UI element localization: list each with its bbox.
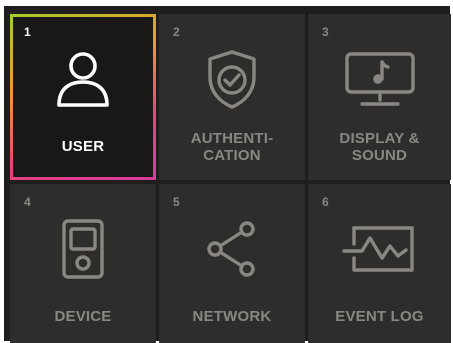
tile-label: USER xyxy=(10,138,156,155)
monitor-music-icon xyxy=(308,50,451,108)
menu-tile-user[interactable]: 1 USER xyxy=(10,14,156,180)
share-network-icon xyxy=(159,220,305,278)
tile-label: EVENT LOG xyxy=(308,308,451,325)
shield-check-icon xyxy=(159,50,305,109)
device-icon xyxy=(10,219,156,279)
tile-number: 1 xyxy=(24,25,31,39)
tile-label-line: AUTHENTI- xyxy=(190,130,274,147)
tile-number: 6 xyxy=(322,195,329,209)
user-icon xyxy=(10,50,156,108)
tile-label-line: EVENT LOG xyxy=(335,308,424,325)
menu-tile-device[interactable]: 4 DEVICE xyxy=(10,184,156,343)
tile-label: DISPLAY & SOUND xyxy=(308,130,451,164)
menu-tile-authentication[interactable]: 2 AUTHENTI- CATION xyxy=(159,14,305,180)
tile-label-line: NETWORK xyxy=(192,308,272,325)
menu-tile-event-log[interactable]: 6 EVENT LOG xyxy=(308,184,451,343)
tile-label: NETWORK xyxy=(159,308,305,325)
tile-label-line: CATION xyxy=(203,147,261,164)
tile-number: 2 xyxy=(173,25,180,39)
event-log-icon xyxy=(308,220,451,278)
tile-label-line: SOUND xyxy=(351,147,408,164)
tile-number: 5 xyxy=(173,195,180,209)
tile-label: DEVICE xyxy=(10,308,156,325)
tile-label-line: DEVICE xyxy=(54,308,112,325)
tile-number: 4 xyxy=(24,195,31,209)
tile-label: AUTHENTI- CATION xyxy=(159,130,305,164)
menu-tile-network[interactable]: 5 NETWORK xyxy=(159,184,305,343)
tile-number: 3 xyxy=(322,25,329,39)
menu-panel: 1 USER 2 AUTHENTI- CATION 3 DISPLAY & SO… xyxy=(4,6,451,343)
tile-label-line: USER xyxy=(61,138,105,155)
menu-tile-display-sound[interactable]: 3 DISPLAY & SOUND xyxy=(308,14,451,180)
tile-label-line: DISPLAY & xyxy=(339,130,420,147)
